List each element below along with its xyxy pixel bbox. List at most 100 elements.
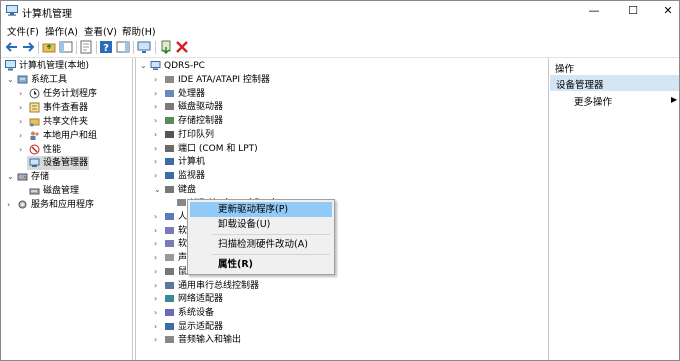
device-category-icon — [165, 185, 174, 193]
collapse-chevron-icon[interactable]: ⌄ — [7, 173, 15, 181]
device-category-label: IDE ATA/ATAPI 控制器 — [178, 75, 270, 85]
expand-chevron-icon[interactable]: › — [154, 281, 162, 290]
expand-chevron-icon[interactable]: › — [154, 267, 162, 276]
device-category-label: 处理器 — [178, 88, 206, 99]
collapse-chevron-icon[interactable]: ⌄ — [154, 185, 162, 194]
forward-arrow-icon[interactable] — [21, 40, 35, 54]
event-viewer-icon — [29, 102, 40, 113]
update-driver-icon[interactable] — [159, 40, 173, 54]
expand-chevron-icon[interactable]: › — [154, 171, 162, 180]
show-action-pane-icon[interactable] — [116, 40, 130, 54]
tree-event-viewer-label: 事件查看器 — [43, 103, 89, 113]
help-icon[interactable]: ? — [99, 40, 113, 54]
device-category-label: 键盘 — [178, 184, 197, 195]
close-button[interactable]: ✕ — [651, 1, 679, 21]
expand-chevron-icon[interactable]: › — [154, 226, 162, 235]
expand-chevron-icon[interactable]: › — [19, 90, 27, 98]
device-category-icon — [165, 171, 174, 179]
expand-chevron-icon[interactable]: › — [19, 132, 27, 140]
expand-chevron-icon[interactable]: › — [154, 130, 162, 139]
expand-chevron-icon[interactable]: › — [154, 117, 162, 125]
expand-chevron-icon[interactable]: › — [154, 144, 162, 153]
svg-text:?: ? — [103, 43, 109, 54]
storage-icon — [17, 173, 28, 181]
pc-icon — [150, 61, 161, 70]
expand-chevron-icon[interactable]: › — [154, 254, 162, 262]
menu-help[interactable]: 帮助(H) — [122, 24, 156, 38]
expand-chevron-icon[interactable]: › — [154, 158, 162, 166]
device-category-icon — [165, 144, 174, 152]
menu-file[interactable]: 文件(F) — [7, 24, 39, 38]
tree-local-users-label: 本地用户和组 — [43, 131, 98, 141]
tree-task-scheduler-label: 任务计划程序 — [43, 89, 98, 99]
tree-root-label: 计算机管理(本地) — [19, 61, 90, 71]
expand-chevron-icon[interactable]: › — [154, 295, 162, 303]
expand-chevron-icon[interactable]: › — [154, 322, 162, 331]
device-category-label: 计算机 — [178, 157, 206, 168]
device-category-icon — [165, 158, 174, 166]
computer-management-window: 计算机管理 — ☐ ✕ 文件(F) 操作(A) 查看(V) 帮助(H) ? 计算… — [0, 0, 680, 361]
monitor-icon[interactable] — [137, 40, 151, 54]
tree-performance-label: 性能 — [43, 145, 62, 155]
device-category-label: 监视器 — [178, 170, 206, 181]
submenu-arrow-icon: ▶ — [671, 95, 678, 104]
expand-chevron-icon[interactable]: › — [154, 336, 162, 344]
expand-chevron-icon[interactable]: › — [154, 76, 162, 84]
device-category-label: 系统设备 — [178, 307, 215, 318]
expand-chevron-icon[interactable]: › — [154, 103, 162, 111]
menu-view[interactable]: 查看(V) — [84, 24, 117, 38]
device-category-icon — [165, 308, 174, 316]
expand-chevron-icon[interactable]: › — [19, 104, 27, 112]
device-category-icon — [165, 322, 174, 330]
expand-chevron-icon[interactable]: › — [7, 201, 15, 209]
uninstall-x-icon[interactable] — [175, 40, 189, 54]
context-menu: 更新驱动程序(P) 卸载设备(U) 扫描检测硬件改动(A) 属性(R) — [187, 199, 335, 275]
expand-chevron-icon[interactable]: › — [19, 118, 27, 126]
context-properties[interactable]: 属性(R) — [190, 257, 332, 272]
device-category-icon — [165, 254, 174, 262]
expand-chevron-icon[interactable]: › — [154, 240, 162, 248]
context-uninstall-label: 卸载设备(U) — [218, 219, 271, 230]
clock-icon — [29, 88, 40, 99]
tree-services-apps-label: 服务和应用程序 — [31, 200, 95, 210]
tree-system-tools-label: 系统工具 — [31, 75, 68, 85]
menu-action[interactable]: 操作(A) — [45, 24, 78, 38]
device-category-icon — [165, 336, 174, 344]
properties-sheet-icon[interactable] — [79, 40, 93, 54]
context-scan-label: 扫描检测硬件改动(A) — [218, 239, 308, 250]
collapse-chevron-icon[interactable]: ⌄ — [7, 76, 15, 84]
maximize-button[interactable]: ☐ — [616, 1, 650, 21]
device-category-label: 磁盘驱动器 — [178, 102, 224, 113]
computer-management-icon — [5, 60, 16, 71]
back-arrow-icon[interactable] — [5, 40, 19, 54]
expand-chevron-icon[interactable]: › — [154, 213, 162, 221]
device-category-icon — [165, 213, 174, 220]
collapse-chevron-icon[interactable]: ⌄ — [140, 62, 148, 70]
device-category-icon — [165, 295, 174, 303]
device-category-icon — [165, 76, 174, 83]
computer-management-icon — [6, 5, 18, 16]
context-uninstall-device[interactable]: 卸载设备(U) — [190, 217, 332, 232]
actions-section-device-manager[interactable]: 设备管理器 — [550, 75, 679, 91]
actions-section-label: 设备管理器 — [556, 80, 604, 91]
context-update-driver-label: 更新驱动程序(P) — [218, 204, 289, 215]
performance-icon — [29, 144, 40, 155]
device-category-icon — [165, 267, 174, 275]
expand-chevron-icon[interactable]: › — [154, 89, 162, 98]
context-scan-hardware[interactable]: 扫描检测硬件改动(A) — [190, 237, 332, 252]
more-actions-link[interactable]: 更多操作 — [574, 94, 612, 108]
minimize-button[interactable]: — — [577, 1, 611, 21]
console-tree-pane: 计算机管理(本地) ⌄ 系统工具 › 任务计划程序 › 事件查看器 › 共享文件… — [1, 58, 133, 360]
show-hide-tree-icon[interactable] — [59, 40, 73, 54]
device-category-label: 通用串行总线控制器 — [178, 280, 260, 291]
shared-folder-icon — [29, 118, 40, 127]
device-category-icon — [165, 89, 174, 97]
expand-chevron-icon[interactable]: › — [19, 146, 27, 154]
up-folder-icon[interactable] — [42, 40, 56, 54]
tree-shared-folders-label: 共享文件夹 — [43, 117, 89, 127]
context-update-driver[interactable]: 更新驱动程序(P) — [190, 202, 332, 217]
device-category-label: 显示适配器 — [178, 321, 224, 332]
expand-chevron-icon[interactable]: › — [154, 308, 162, 317]
actions-header-label: 操作 — [555, 64, 575, 75]
device-category-icon — [177, 199, 186, 207]
